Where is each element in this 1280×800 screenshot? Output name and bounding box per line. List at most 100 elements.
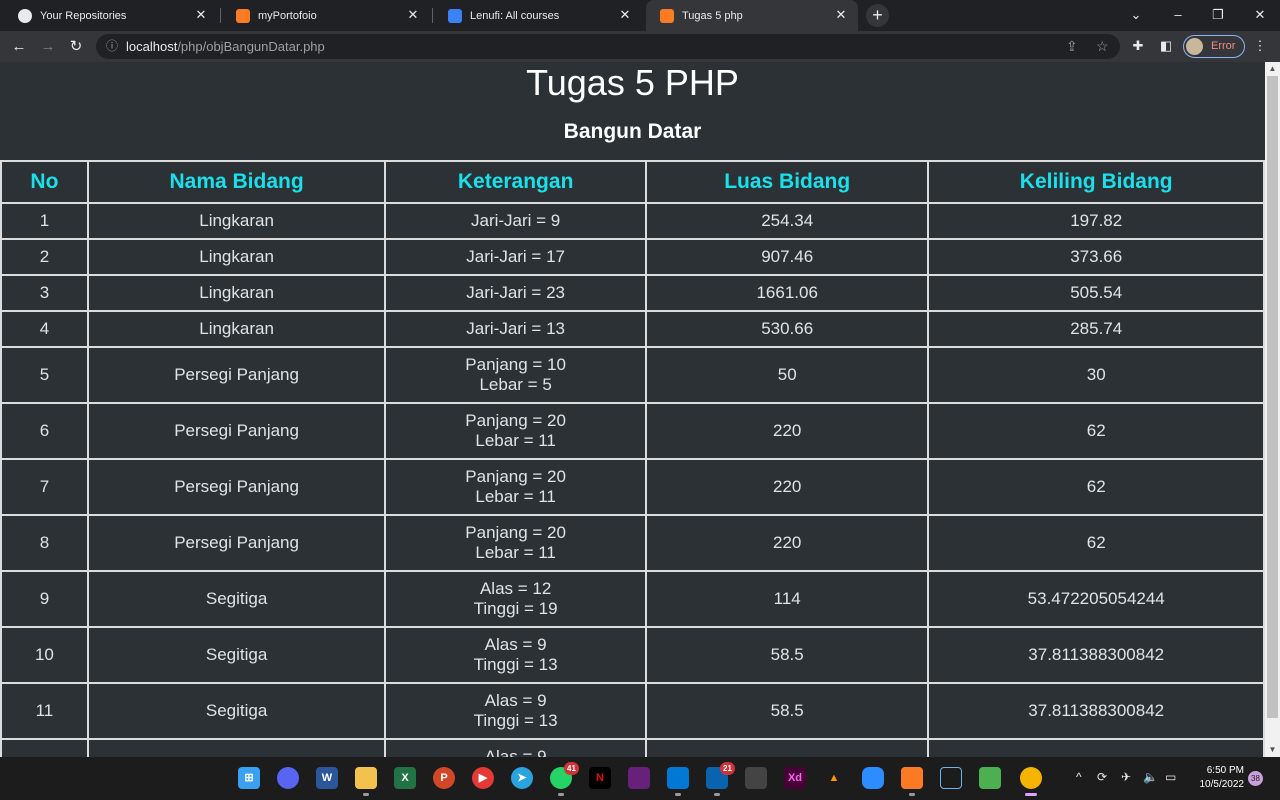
luas-bidang-cell: 114 — [644, 570, 930, 628]
github-icon — [18, 8, 32, 23]
tab-lenufi[interactable]: Lenufi: All courses ✕ — [434, 0, 642, 31]
keterangan-line-2: Tinggi = 19 — [473, 599, 558, 618]
luas-bidang-cell: 220 — [644, 402, 930, 460]
extensions-icon[interactable]: ✚ — [1130, 38, 1146, 54]
matlab-icon[interactable]: ▲ — [823, 767, 845, 789]
no-cell: 7 — [0, 458, 89, 516]
luas-bidang-cell: 220 — [644, 514, 930, 572]
keterangan-line-1: Panjang = 20 — [465, 467, 566, 486]
start-icon[interactable]: ⊞ — [238, 767, 260, 789]
tab-search-icon[interactable]: ⌄ — [1116, 0, 1156, 31]
xampp-icon[interactable] — [901, 767, 923, 796]
keterangan-cell: Panjang = 20 Lebar = 11 — [384, 458, 647, 516]
address-bar[interactable]: ⓘ localhost/php/objBangunDatar.php ⇪ ☆ — [96, 34, 1120, 59]
forward-button[interactable]: → — [37, 36, 59, 58]
keliling-bidang-cell — [927, 738, 1265, 757]
snipping-tool-icon[interactable] — [745, 767, 767, 789]
close-window-button[interactable]: ✕ — [1240, 0, 1280, 31]
url-path: /php/objBangunDatar.php — [177, 39, 325, 54]
keterangan-cell: Alas = 12 Tinggi = 19 — [384, 570, 647, 628]
profile-button[interactable]: Error — [1183, 35, 1245, 58]
whatsapp-icon[interactable]: 41 — [550, 762, 579, 796]
no-cell: 3 — [0, 274, 89, 312]
media-player-icon[interactable]: ▶ — [472, 767, 494, 789]
table-row: 8 Persegi Panjang Panjang = 20 Lebar = 11 22… — [0, 514, 1265, 572]
mail-icon[interactable]: 21 — [706, 762, 735, 796]
xampp-icon — [660, 8, 674, 23]
share-icon[interactable]: ⇪ — [1066, 34, 1078, 59]
visual-studio-icon[interactable] — [628, 767, 650, 789]
keterangan-line-1: Panjang = 20 — [465, 523, 566, 542]
table-header-row: No Nama Bidang Keterangan Luas Bidang Ke… — [0, 160, 1265, 204]
luas-bidang-cell: 220 — [644, 458, 930, 516]
close-icon[interactable]: ✕ — [194, 8, 208, 22]
side-panel-icon[interactable]: ◧ — [1158, 38, 1174, 54]
scroll-down-icon[interactable]: ▼ — [1265, 744, 1280, 756]
reload-button[interactable]: ↻ — [65, 36, 87, 58]
keterangan-cell: Alas = 9 Tinggi = 13 — [384, 682, 647, 740]
nama-bidang-cell — [86, 738, 387, 757]
vscode-icon[interactable] — [667, 767, 689, 796]
powerpoint-icon[interactable]: P — [433, 767, 455, 789]
bookmark-star-icon[interactable]: ☆ — [1096, 34, 1109, 59]
vertical-scrollbar[interactable]: ▲ ▼ — [1265, 62, 1280, 757]
whatsapp-badge: 41 — [564, 762, 579, 775]
tab-tugas-5-php[interactable]: Tugas 5 php ✕ — [646, 0, 858, 31]
notification-badge[interactable]: 38 — [1248, 771, 1263, 786]
zoom-icon[interactable] — [862, 767, 884, 789]
back-button[interactable]: ← — [8, 36, 30, 58]
tab-separator — [432, 8, 433, 23]
tab-title: myPortofoio — [258, 9, 317, 22]
site-info-icon[interactable]: ⓘ — [106, 34, 118, 59]
excel-icon[interactable]: X — [394, 767, 416, 789]
new-tab-button[interactable]: + — [866, 4, 889, 27]
scrollbar-thumb[interactable] — [1267, 76, 1278, 718]
telegram-icon[interactable]: ➤ — [511, 767, 533, 789]
scroll-up-icon[interactable]: ▲ — [1265, 63, 1280, 75]
netflix-icon[interactable]: N — [589, 767, 611, 789]
keliling-bidang-cell: 285.74 — [927, 310, 1265, 348]
tab-myportofoio[interactable]: myPortofoio ✕ — [222, 0, 430, 31]
keterangan-line-1: Panjang = 10 — [465, 355, 566, 374]
nama-bidang-cell: Persegi Panjang — [86, 514, 387, 572]
keterangan-cell: Jari-Jari = 17 — [384, 238, 647, 276]
chevron-up-icon[interactable]: ^ — [1076, 770, 1082, 784]
adobe-xd-icon[interactable]: Xd — [784, 767, 806, 789]
tab-your-repositories[interactable]: Your Repositories ✕ — [4, 0, 218, 31]
table-row: 3 Lingkaran Jari-Jari = 23 1661.06 505.54 — [0, 274, 1265, 312]
keliling-bidang-cell: 197.82 — [927, 202, 1265, 240]
menu-kebab-icon[interactable]: ⋮ — [1252, 38, 1268, 54]
keterangan-line-2: Lebar = 11 — [475, 543, 556, 562]
table-row: 6 Persegi Panjang Panjang = 20 Lebar = 11 22… — [0, 402, 1265, 460]
airplane-mode-icon[interactable]: ✈ — [1121, 770, 1131, 784]
close-icon[interactable]: ✕ — [834, 8, 848, 22]
keterangan-line-1: Jari-Jari = 17 — [466, 247, 565, 266]
mail-badge: 21 — [720, 762, 735, 775]
luas-bidang-cell — [644, 738, 930, 757]
page-content: Tugas 5 PHP Bangun Datar No Nama Bidang … — [0, 62, 1265, 757]
keterangan-line-2: Lebar = 11 — [475, 431, 556, 450]
luas-bidang-cell: 58.5 — [644, 682, 930, 740]
file-explorer-icon[interactable] — [355, 767, 377, 796]
sync-icon[interactable]: ⟳ — [1097, 770, 1107, 784]
git-icon[interactable] — [979, 767, 1001, 789]
table-row: 2 Lingkaran Jari-Jari = 17 907.46 373.66 — [0, 238, 1265, 276]
tab-separator — [220, 8, 221, 23]
virtualbox-icon[interactable] — [940, 767, 962, 789]
word-icon[interactable]: W — [316, 767, 338, 789]
close-icon[interactable]: ✕ — [618, 8, 632, 22]
nama-bidang-cell: Segitiga — [86, 682, 387, 740]
column-header: Keterangan — [384, 160, 647, 204]
table-body: 1 Lingkaran Jari-Jari = 9 254.34 197.82 2 Ling… — [0, 202, 1265, 757]
keterangan-line-2: Lebar = 11 — [475, 487, 556, 506]
minimize-button[interactable]: – — [1158, 0, 1198, 31]
no-cell: 10 — [0, 626, 89, 684]
volume-icon[interactable]: 🔈 — [1143, 770, 1158, 784]
battery-icon[interactable]: ▭ — [1165, 770, 1176, 784]
discord-icon[interactable] — [277, 767, 299, 789]
luas-bidang-cell: 530.66 — [644, 310, 930, 348]
chrome-icon[interactable] — [1020, 767, 1042, 796]
close-icon[interactable]: ✕ — [406, 8, 420, 22]
restore-button[interactable]: ❐ — [1198, 0, 1238, 31]
system-clock[interactable]: 6:50 PM 10/5/2022 — [1190, 764, 1245, 792]
